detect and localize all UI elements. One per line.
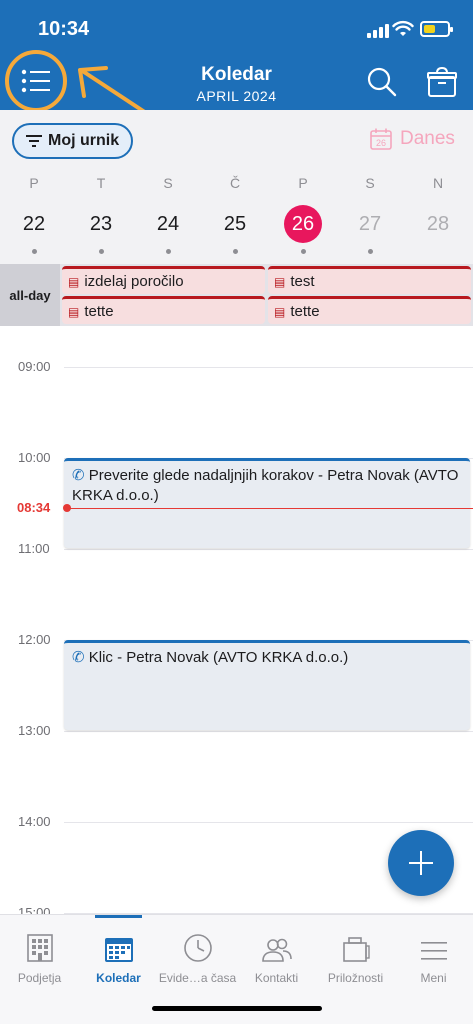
day-22[interactable]: P 22 <box>9 172 59 254</box>
event-dot <box>31 249 37 254</box>
hour-label: 14:00 <box>18 814 51 829</box>
day-27[interactable]: S 27 <box>345 172 395 254</box>
phone-icon: ✆ <box>72 649 85 666</box>
add-event-button[interactable] <box>388 830 454 896</box>
hour-label: 10:00 <box>18 450 51 465</box>
current-time-label: 08:34 <box>17 500 51 515</box>
event-dot <box>165 249 171 254</box>
today-label: Danes <box>400 128 455 149</box>
search-icon[interactable] <box>366 66 398 98</box>
event-dot <box>367 249 373 254</box>
task-icon: ▤ <box>274 274 286 289</box>
wifi-icon <box>392 20 414 36</box>
day-26-selected[interactable]: P 26 <box>278 172 328 254</box>
svg-text:26: 26 <box>376 138 386 148</box>
task-icon: ▤ <box>68 274 80 289</box>
hour-label: 12:00 <box>18 632 51 647</box>
status-time: 10:34 <box>38 18 90 40</box>
hour-line <box>64 731 473 732</box>
calendar-event[interactable]: ✆ Klic - Petra Novak (AVTO KRKA d.o.o.) <box>64 640 470 730</box>
day-28[interactable]: N 28 <box>413 172 463 243</box>
all-day-section: all-day ▤ izdelaj poročilo ▤ test ▤ tette ▤… <box>0 264 473 326</box>
day-25[interactable]: Č 25 <box>210 172 260 254</box>
today-button[interactable]: 26 Danes <box>370 128 455 150</box>
building-icon <box>26 934 53 962</box>
cellular-signal-icon <box>367 24 389 38</box>
tab-companies[interactable]: Podjetja <box>0 915 79 985</box>
all-day-label: all-day <box>0 264 60 326</box>
tab-contacts[interactable]: Kontakti <box>237 915 316 985</box>
event-title: Preverite glede nadaljnjih korakov - Pet… <box>72 467 459 504</box>
my-schedule-filter-button[interactable]: Moj urnik <box>12 123 134 159</box>
day-24[interactable]: S 24 <box>143 172 193 254</box>
home-indicator <box>152 1006 322 1011</box>
filter-icon <box>26 135 42 147</box>
my-schedule-label: Moj urnik <box>48 132 120 149</box>
tab-menu[interactable]: Meni <box>394 915 473 985</box>
event-dot <box>300 249 306 254</box>
all-day-event[interactable]: ▤ izdelaj poročilo <box>62 266 265 294</box>
day-timeline[interactable]: 09:00 10:00 11:00 12:00 13:00 14:00 15:0… <box>0 326 473 914</box>
all-day-event[interactable]: ▤ test <box>268 266 471 294</box>
all-day-event[interactable]: ▤ tette <box>268 296 471 324</box>
plus-icon <box>409 851 433 875</box>
tab-time-tracking[interactable]: Evide…a časa <box>158 915 237 985</box>
clock-icon <box>183 934 212 962</box>
hour-label: 09:00 <box>18 359 51 374</box>
hour-line <box>64 549 473 550</box>
briefcase-icon <box>342 937 370 962</box>
hamburger-icon <box>420 942 447 960</box>
week-strip: P 22 T 23 S 24 Č 25 P 26 S 27 N 28 <box>0 172 473 264</box>
task-icon: ▤ <box>274 304 286 319</box>
tab-opportunities[interactable]: Priložnosti <box>316 915 395 985</box>
calendar-icon <box>104 938 133 962</box>
day-23[interactable]: T 23 <box>76 172 126 254</box>
event-dot <box>98 249 104 254</box>
hour-label: 15:00 <box>18 905 51 914</box>
battery-icon <box>420 21 453 37</box>
archive-box-icon[interactable] <box>427 66 457 98</box>
hour-label: 13:00 <box>18 723 51 738</box>
task-icon: ▤ <box>68 304 80 319</box>
current-time-line <box>64 508 473 509</box>
hour-line <box>64 367 473 368</box>
current-time-dot <box>63 504 71 512</box>
phone-icon: ✆ <box>72 467 85 484</box>
calendar-today-icon: 26 <box>370 128 392 150</box>
people-icon <box>261 938 292 962</box>
hour-line <box>64 822 473 823</box>
calendar-event[interactable]: ✆ Preverite glede nadaljnjih korakov - P… <box>64 458 470 548</box>
all-day-event[interactable]: ▤ tette <box>62 296 265 324</box>
event-title: Klic - Petra Novak (AVTO KRKA d.o.o.) <box>88 649 349 666</box>
hour-label: 11:00 <box>18 541 50 556</box>
event-dot <box>232 249 238 254</box>
tab-calendar[interactable]: Koledar <box>79 915 158 985</box>
